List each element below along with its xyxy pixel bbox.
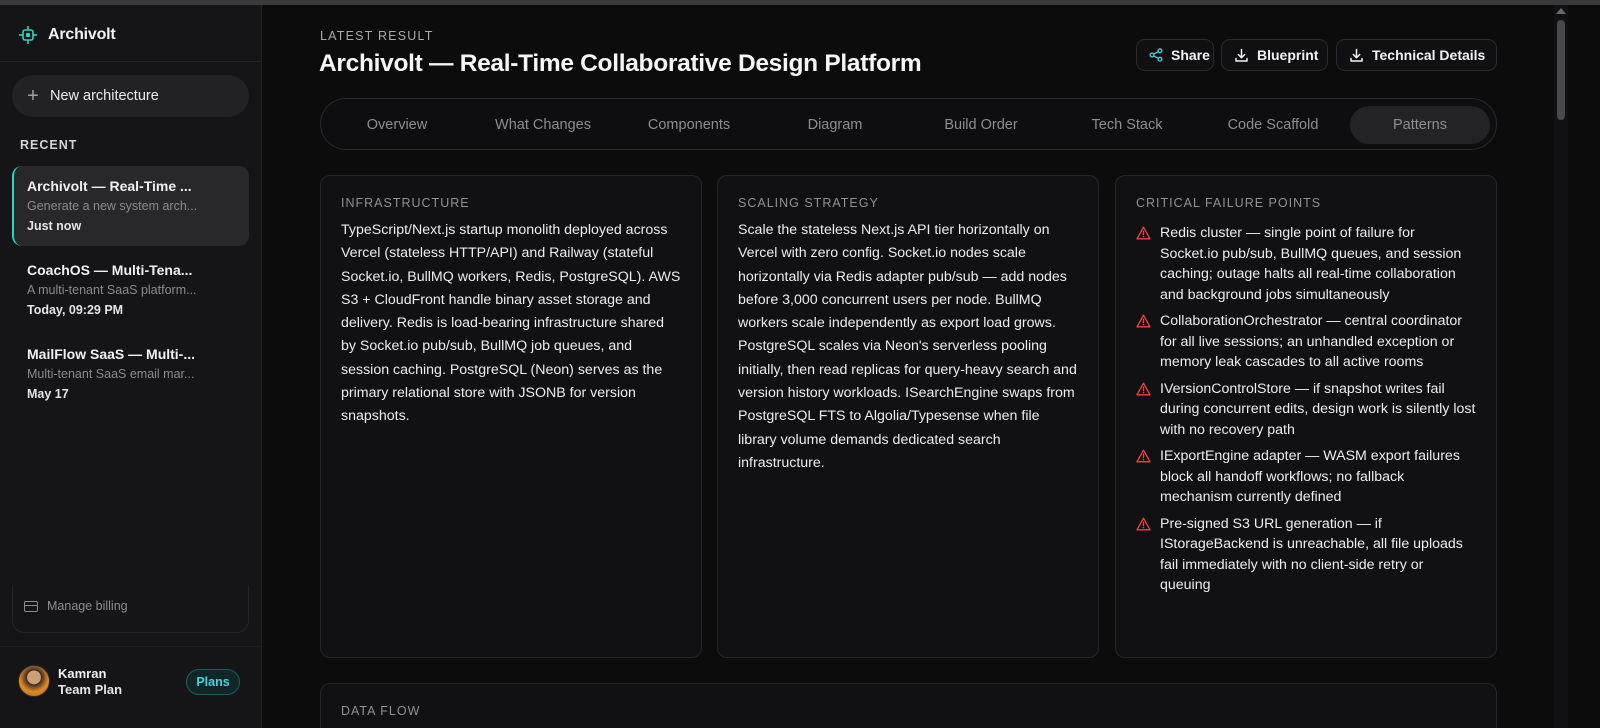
recent-item[interactable]: MailFlow SaaS — Multi-... Multi-tenant S…: [12, 334, 249, 414]
failure-point: CollaborationOrchestrator — central coor…: [1136, 311, 1476, 373]
tab-tech-stack[interactable]: Tech Stack: [1060, 106, 1194, 144]
recent-item-description: Multi-tenant SaaS email mar...: [27, 367, 195, 381]
share-button[interactable]: Share: [1136, 39, 1214, 71]
tab-code-scaffold[interactable]: Code Scaffold: [1206, 106, 1340, 144]
brand-name: Archivolt: [48, 26, 116, 43]
warning-icon: [1136, 382, 1151, 395]
warning-icon: [1136, 517, 1151, 530]
recent-item-title: MailFlow SaaS — Multi-...: [27, 346, 196, 362]
download-icon: [1350, 48, 1363, 62]
card-label: DATA FLOW: [341, 704, 421, 718]
brand[interactable]: Archivolt: [18, 25, 116, 45]
tab-diagram[interactable]: Diagram: [768, 106, 902, 144]
recent-item[interactable]: Archivolt — Real-Time ... Generate a new…: [12, 166, 249, 246]
user-plan: Team Plan: [58, 682, 123, 697]
failure-point-list: Redis cluster — single point of failure …: [1136, 223, 1476, 596]
tab-what-changes[interactable]: What Changes: [476, 106, 610, 144]
failure-point-text: Redis cluster — single point of failure …: [1160, 225, 1462, 303]
failure-point-text: IVersionControlStore — if snapshot write…: [1160, 380, 1476, 438]
failure-point-text: IExportEngine adapter — WASM export fail…: [1160, 448, 1460, 505]
scaling-strategy-card: SCALING STRATEGY Scale the stateless Nex…: [717, 175, 1099, 658]
technical-details-button[interactable]: Technical Details: [1336, 39, 1497, 71]
warning-icon: [1136, 449, 1151, 463]
infrastructure-card: INFRASTRUCTURE TypeScript/Next.js startu…: [320, 175, 702, 658]
recent-item-title: CoachOS — Multi-Tena...: [27, 262, 193, 278]
download-icon: [1235, 48, 1248, 62]
tab-overview[interactable]: Overview: [330, 106, 464, 144]
recent-item-description: A multi-tenant SaaS platform...: [27, 283, 197, 297]
failure-point: Redis cluster — single point of failure …: [1136, 223, 1476, 305]
data-flow-card: DATA FLOW: [320, 683, 1497, 728]
manage-billing-label: Manage billing: [47, 599, 128, 613]
card-label: CRITICAL FAILURE POINTS: [1136, 196, 1322, 210]
warning-icon: [1136, 314, 1151, 328]
recent-heading: RECENT: [20, 138, 78, 152]
recent-item-description: Generate a new system arch...: [27, 199, 198, 213]
recent-item[interactable]: CoachOS — Multi-Tena... A multi-tenant S…: [12, 250, 249, 330]
plans-button[interactable]: Plans: [186, 669, 240, 695]
card-label: INFRASTRUCTURE: [341, 196, 470, 210]
card-text: Scale the stateless Next.js API tier hor…: [738, 222, 1077, 471]
user-name: Kamran: [58, 666, 107, 681]
share-label: Share: [1171, 47, 1210, 63]
scroll-up-arrow-icon[interactable]: [1556, 8, 1566, 14]
scrollbar-thumb[interactable]: [1557, 20, 1565, 120]
manage-billing-link[interactable]: Manage billing: [24, 599, 128, 613]
new-architecture-button[interactable]: + New architecture: [12, 75, 249, 117]
tab-patterns[interactable]: Patterns: [1350, 106, 1490, 144]
tab-bar: Overview What Changes Components Diagram…: [320, 98, 1497, 150]
technical-details-label: Technical Details: [1372, 47, 1486, 63]
recent-item-time: May 17: [27, 387, 69, 401]
tab-build-order[interactable]: Build Order: [914, 106, 1048, 144]
divider: [0, 61, 261, 62]
warning-icon: [1136, 226, 1151, 240]
plus-icon: +: [27, 85, 39, 107]
failure-point-text: CollaborationOrchestrator — central coor…: [1160, 313, 1463, 370]
recent-item-time: Today, 09:29 PM: [27, 303, 124, 317]
tab-components[interactable]: Components: [622, 106, 756, 144]
card-text: TypeScript/Next.js startup monolith depl…: [341, 222, 681, 425]
failure-point: IExportEngine adapter — WASM export fail…: [1136, 446, 1476, 508]
blueprint-label: Blueprint: [1257, 47, 1319, 63]
failure-point-text: Pre-signed S3 URL generation — if IStora…: [1160, 515, 1463, 594]
sidebar: Archivolt + New architecture RECENT Arch…: [0, 5, 262, 728]
recent-item-time: Just now: [27, 219, 82, 233]
recent-item-title: Archivolt — Real-Time ...: [27, 178, 192, 194]
failure-point: IVersionControlStore — if snapshot write…: [1136, 379, 1476, 441]
archivolt-logo-icon: [19, 26, 37, 44]
blueprint-button[interactable]: Blueprint: [1221, 39, 1328, 71]
page-title: Archivolt — Real-Time Collaborative Desi…: [319, 50, 922, 77]
new-architecture-label: New architecture: [50, 88, 159, 104]
failure-point: Pre-signed S3 URL generation — if IStora…: [1136, 514, 1476, 596]
page-overline: LATEST RESULT: [320, 29, 434, 43]
card-label: SCALING STRATEGY: [738, 196, 879, 210]
credit-card-icon: [24, 600, 38, 612]
divider: [0, 646, 261, 647]
share-icon: [1149, 48, 1163, 62]
critical-failure-points-card: CRITICAL FAILURE POINTS Redis cluster — …: [1115, 175, 1497, 658]
avatar[interactable]: [18, 665, 50, 697]
